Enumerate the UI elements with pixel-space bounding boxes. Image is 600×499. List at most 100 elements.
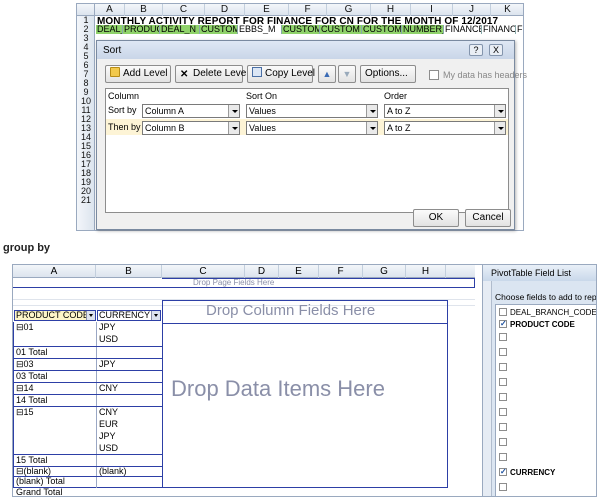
row-header[interactable]: 11 [77, 106, 95, 115]
field-checkbox[interactable] [499, 438, 507, 446]
row-label[interactable]: USD [97, 334, 161, 345]
col-header-b[interactable]: B [96, 265, 162, 278]
grand-total[interactable]: Grand Total [14, 487, 161, 496]
row-header[interactable]: 9 [77, 88, 95, 97]
then-by-order-select[interactable]: A to Z [384, 121, 506, 135]
row-total[interactable]: 14 Total [14, 395, 161, 406]
then-by-sort-on-select[interactable]: Values [246, 121, 378, 135]
row-header[interactable]: 18 [77, 169, 95, 178]
then-by-column-select[interactable]: Column B [142, 121, 240, 135]
field-item[interactable] [499, 362, 510, 374]
chevron-down-icon[interactable] [366, 122, 377, 134]
chevron-down-icon[interactable] [366, 105, 377, 117]
field-checkbox[interactable] [499, 453, 507, 461]
field-item[interactable] [499, 332, 510, 344]
field-item[interactable] [499, 407, 510, 419]
field-item[interactable] [499, 452, 510, 464]
row-label[interactable]: CNY [97, 407, 161, 418]
close-button[interactable]: X [489, 44, 503, 56]
my-data-headers-checkbox[interactable] [429, 70, 439, 80]
row-header[interactable]: 14 [77, 133, 95, 142]
row-header[interactable]: 6 [77, 61, 95, 70]
col-header-c[interactable]: C [162, 265, 245, 278]
col-header-b[interactable]: B [125, 4, 163, 16]
delete-level-button[interactable]: ✕ Delete Level [175, 65, 249, 83]
pane-scrollbar[interactable] [483, 281, 492, 496]
row-header[interactable]: 7 [77, 70, 95, 79]
header-cell[interactable]: CUSTOM [320, 25, 362, 34]
col-header-c[interactable]: C [163, 4, 205, 16]
currency-field-button[interactable]: CURRENCY [97, 310, 161, 321]
row-header[interactable]: 17 [77, 160, 95, 169]
col-header-e[interactable]: E [245, 4, 289, 16]
drop-data-items[interactable]: Drop Data Items Here [171, 375, 385, 403]
header-cell[interactable]: DEAL_N [160, 25, 200, 34]
row-header[interactable]: 21 [77, 196, 95, 205]
row-header[interactable]: 5 [77, 52, 95, 61]
row-header[interactable]: 12 [77, 115, 95, 124]
header-cell[interactable]: CUSTOM [362, 25, 402, 34]
row-label[interactable]: ⊟14 [14, 383, 96, 394]
dropdown-icon[interactable] [86, 311, 95, 320]
row-label[interactable]: USD [97, 443, 161, 454]
col-header-a[interactable]: A [13, 265, 96, 278]
row-header[interactable]: 20 [77, 187, 95, 196]
row-header[interactable]: 2 [77, 25, 95, 34]
header-cell[interactable]: FINANCE [444, 25, 482, 34]
dropdown-icon[interactable] [151, 311, 160, 320]
sort-by-sort-on-select[interactable]: Values [246, 104, 378, 118]
field-checkbox-checked[interactable] [499, 466, 507, 477]
drop-column-fields[interactable]: Drop Column Fields Here [206, 301, 375, 321]
row-header[interactable]: 16 [77, 151, 95, 160]
row-label[interactable]: EUR [97, 419, 161, 430]
header-cell[interactable]: FIN [516, 25, 523, 34]
row-header[interactable]: 15 [77, 142, 95, 151]
row-label[interactable]: JPY [97, 431, 161, 442]
field-checkbox[interactable] [499, 483, 507, 491]
row-header[interactable]: 4 [77, 43, 95, 52]
col-header-h[interactable]: H [406, 265, 446, 278]
row-header[interactable]: 10 [77, 97, 95, 106]
row-header[interactable]: 13 [77, 124, 95, 133]
col-header-f[interactable]: F [319, 265, 363, 278]
col-header-k[interactable]: K [491, 4, 523, 16]
field-item[interactable] [499, 392, 510, 404]
cancel-button[interactable]: Cancel [465, 209, 511, 227]
field-item[interactable] [499, 495, 510, 496]
chevron-down-icon[interactable] [494, 105, 505, 117]
help-button[interactable]: ? [469, 44, 483, 56]
col-header-g[interactable]: G [327, 4, 371, 16]
field-checkbox[interactable] [499, 423, 507, 431]
col-header-h[interactable]: H [371, 4, 411, 16]
header-cell[interactable]: CUSTOM [200, 25, 238, 34]
dialog-titlebar[interactable]: Sort ? X [97, 41, 514, 59]
field-item[interactable]: PRODUCT CODE [499, 318, 575, 331]
field-item[interactable] [499, 437, 510, 449]
row-label[interactable]: CNY [97, 383, 161, 394]
move-up-button[interactable]: ▲ [318, 65, 336, 83]
header-cell[interactable]: NUMBER_ [402, 25, 444, 34]
move-down-button[interactable]: ▼ [338, 65, 356, 83]
row-total[interactable]: 01 Total [14, 347, 161, 358]
copy-level-button[interactable]: Copy Level [247, 65, 315, 83]
field-item[interactable] [499, 422, 510, 434]
header-cell[interactable]: DEAL_B [96, 25, 123, 34]
row-header[interactable]: 3 [77, 34, 95, 43]
col-header-g[interactable]: G [363, 265, 406, 278]
drop-page-fields[interactable]: Drop Page Fields Here [193, 278, 274, 287]
col-header-f[interactable]: F [289, 4, 327, 16]
col-header-j[interactable]: J [453, 4, 491, 16]
field-checkbox[interactable] [499, 308, 507, 316]
row-label[interactable]: JPY [97, 359, 161, 370]
header-cell[interactable]: EBBS_M [238, 25, 282, 34]
col-header-d[interactable]: D [245, 265, 279, 278]
row-total[interactable]: (blank) Total [14, 476, 161, 487]
field-checkbox[interactable] [499, 333, 507, 341]
row-label[interactable]: ⊟15 [14, 407, 96, 418]
row-header[interactable]: 8 [77, 79, 95, 88]
field-item[interactable] [499, 377, 510, 389]
row-total[interactable]: 03 Total [14, 371, 161, 382]
field-checkbox-checked[interactable] [499, 318, 507, 329]
chevron-down-icon[interactable] [228, 122, 239, 134]
col-header-a[interactable]: A [95, 4, 125, 16]
